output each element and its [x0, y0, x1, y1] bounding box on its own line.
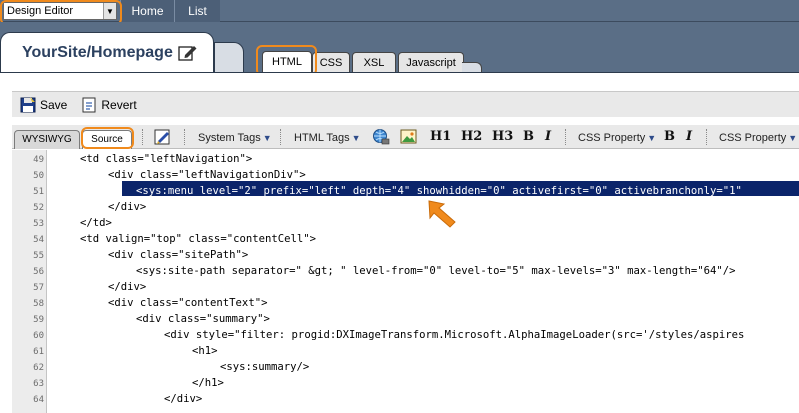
- code-line: </div>: [164, 393, 203, 405]
- h1-button[interactable]: H1: [430, 129, 451, 145]
- tab-javascript[interactable]: Javascript: [398, 52, 464, 74]
- line-number: 53: [33, 219, 44, 229]
- code-line: <td valign="top" class="contentCell">: [80, 233, 316, 245]
- tab-source[interactable]: Source: [82, 130, 132, 149]
- dropdown-arrow-icon: ▼: [351, 133, 361, 143]
- h3-button[interactable]: H3: [492, 129, 513, 145]
- dropdown-arrow-icon[interactable]: ▼: [103, 3, 116, 19]
- save-button[interactable]: Save: [20, 96, 68, 113]
- line-number: 62: [33, 363, 44, 373]
- css-property-label-2: CSS Property: [719, 132, 787, 144]
- code-line: </h1>: [192, 377, 224, 389]
- line-number: 59: [33, 315, 44, 325]
- code-line: </div>: [108, 201, 147, 213]
- line-number: 61: [33, 347, 44, 357]
- format-pen-icon[interactable]: [154, 128, 172, 146]
- nav-list[interactable]: List: [174, 0, 220, 22]
- css-property-label: CSS Property: [578, 132, 646, 144]
- edit-pencil-icon[interactable]: [178, 44, 198, 62]
- tab-xsl[interactable]: XSL: [352, 52, 396, 74]
- line-number: 49: [33, 155, 44, 165]
- italic-button-2[interactable]: I: [686, 129, 692, 145]
- source-code-editor[interactable]: 49 50 51 52 53 54 55 56 57 58 59 60 61 6…: [12, 150, 799, 413]
- code-line-selected: <sys:menu level="2" prefix="left" depth=…: [136, 185, 742, 197]
- italic-button[interactable]: I: [545, 129, 551, 145]
- page-title: YourSite/Homepage: [22, 43, 173, 61]
- code-line: </td>: [80, 217, 112, 229]
- line-number: 52: [33, 203, 44, 213]
- code-line: <h1>: [192, 345, 218, 357]
- revert-label: Revert: [101, 97, 137, 112]
- image-icon[interactable]: [400, 128, 418, 146]
- editor-toolbar: WYSIWYG Source System Tags ▼ HTML Tags ▼ H…: [12, 125, 799, 149]
- code-line: <div class="contentText">: [108, 297, 268, 309]
- code-line: <div style="filter: progid:DXImageTransf…: [164, 329, 745, 341]
- html-tags-label: HTML Tags: [294, 132, 350, 144]
- line-number: 56: [33, 267, 44, 277]
- system-tags-dropdown[interactable]: System Tags ▼: [198, 129, 272, 147]
- code-line: <div class="sitePath">: [108, 249, 249, 261]
- dropdown-arrow-icon: ▼: [262, 133, 272, 143]
- toolbar-separator: [706, 129, 708, 145]
- line-number: 55: [33, 251, 44, 261]
- title-band: YourSite/Homepage HTML CSS XSL Javascrip…: [0, 22, 799, 74]
- line-number: 54: [33, 235, 44, 245]
- nav-home[interactable]: Home: [120, 0, 174, 22]
- mode-select-value: Design Editor: [7, 5, 74, 17]
- toolbar-separator: [565, 129, 567, 145]
- toolbar-separator: [142, 129, 144, 145]
- code-line: <div class="summary">: [136, 313, 270, 325]
- revert-button[interactable]: Revert: [81, 97, 137, 113]
- toolbar-separator: [184, 129, 186, 145]
- action-bar: Save Revert: [12, 91, 799, 117]
- code-line: <sys:site-path separator=" &gt; " level-…: [136, 265, 736, 277]
- dropdown-arrow-icon: ▼: [647, 133, 657, 143]
- globe-link-icon[interactable]: [372, 128, 390, 146]
- h2-button[interactable]: H2: [461, 129, 482, 145]
- bold-button[interactable]: B: [523, 129, 534, 145]
- orange-arrow-icon: [428, 200, 456, 228]
- line-number: 58: [33, 299, 44, 309]
- page-title-tab: YourSite/Homepage: [0, 32, 214, 72]
- code-line: <sys:summary/>: [220, 361, 310, 373]
- tab-wysiwyg[interactable]: WYSIWYG: [14, 130, 80, 149]
- revert-document-icon: [82, 97, 96, 112]
- save-label: Save: [40, 97, 68, 112]
- line-number: 50: [33, 171, 44, 181]
- tab-css[interactable]: CSS: [312, 52, 350, 74]
- toolbar-separator: [280, 129, 282, 145]
- code-line: </div>: [108, 281, 147, 293]
- tab-html[interactable]: HTML: [262, 51, 312, 74]
- line-number: 64: [33, 395, 44, 405]
- bold-button-2[interactable]: B: [664, 129, 675, 145]
- line-number: 57: [33, 283, 44, 293]
- line-number: 63: [33, 379, 44, 389]
- html-tags-dropdown[interactable]: HTML Tags ▼: [294, 129, 361, 147]
- code-line: <div class="leftNavigationDiv">: [108, 169, 306, 181]
- mode-select[interactable]: Design Editor ▼: [3, 2, 117, 20]
- line-number-gutter: 49 50 51 52 53 54 55 56 57 58 59 60 61 6…: [12, 150, 47, 413]
- system-tags-label: System Tags: [198, 132, 261, 144]
- save-disk-icon: [20, 96, 36, 112]
- title-tab-edge: [214, 42, 244, 72]
- code-line: <td class="leftNavigation">: [80, 153, 253, 165]
- line-number: 60: [33, 331, 44, 341]
- top-bar: Design Editor ▼ Home List: [0, 0, 799, 22]
- css-property-dropdown-2[interactable]: CSS Property ▼: [719, 129, 797, 147]
- dropdown-arrow-icon: ▼: [788, 133, 798, 143]
- line-number: 51: [33, 187, 44, 197]
- editor-panel: Save Revert WYSIWYG Source System Tags ▼ …: [0, 72, 799, 413]
- css-property-dropdown[interactable]: CSS Property ▼: [578, 129, 656, 147]
